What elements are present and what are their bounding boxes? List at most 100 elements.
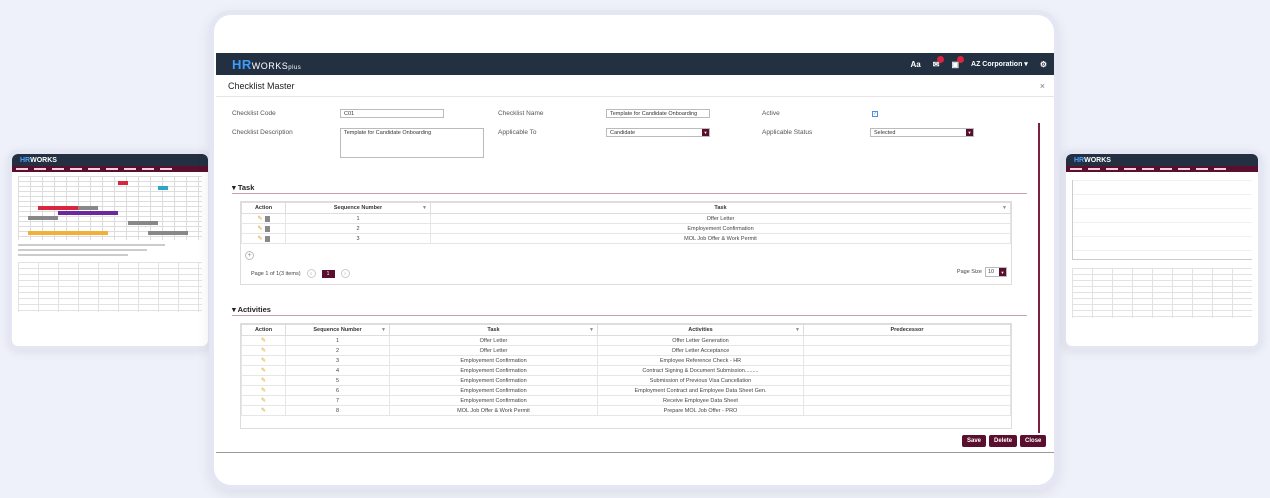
edit-icon[interactable]: ✎ <box>261 358 266 364</box>
task-col-sequence[interactable]: Sequence Number ▼ <box>285 202 431 214</box>
left-preview-menu <box>12 166 208 172</box>
calendar-badge <box>957 55 965 63</box>
act-col-predecessor[interactable]: Predecessor <box>803 324 1011 336</box>
predecessor-cell <box>803 405 1011 416</box>
page-size-control: Page Size 10 ▼ <box>957 267 1007 277</box>
calendar-alert-icon[interactable]: ▣ <box>951 55 965 69</box>
predecessor-cell <box>803 345 1011 356</box>
chevron-down-icon: ▼ <box>966 129 973 136</box>
edit-icon[interactable]: ✎ <box>261 378 266 384</box>
right-preview-chart <box>1072 180 1252 260</box>
prev-page-icon[interactable]: ‹ <box>306 269 316 278</box>
next-page-icon[interactable]: › <box>340 269 350 278</box>
row-actions: ✎ <box>241 223 286 234</box>
sequence-cell: 2 <box>285 345 390 356</box>
applicable-status-select[interactable]: Selected ▼ <box>870 128 974 137</box>
row-actions: ✎ <box>241 385 286 396</box>
table-row[interactable]: ✎ 1 Offer Letter Offer Letter Generation <box>241 335 1011 346</box>
filter-icon[interactable]: ▼ <box>589 327 594 333</box>
company-selector[interactable]: AZ Corporation ▾ <box>971 60 1028 68</box>
edit-icon[interactable]: ✎ <box>257 236 262 242</box>
current-page[interactable]: 1 <box>321 269 335 278</box>
task-table: Action Sequence Number ▼ Task ▼ ✎ 1 Offer … <box>241 202 1011 244</box>
activities-section-heading[interactable]: ▾ Activities <box>232 305 271 314</box>
act-col-action[interactable]: Action <box>241 324 286 336</box>
edit-icon[interactable]: ✎ <box>261 388 266 394</box>
edit-icon[interactable]: ✎ <box>261 398 266 404</box>
edit-icon[interactable]: ✎ <box>257 226 262 232</box>
filter-icon[interactable]: ▼ <box>1002 205 1007 211</box>
checklist-name-label: Checklist Name <box>498 110 544 117</box>
table-row[interactable]: ✎ 8 MOL Job Offer & Work Permit Prepare MOL… <box>241 405 1011 416</box>
filter-icon[interactable]: ▼ <box>422 205 427 211</box>
applicable-to-select[interactable]: Candidate ▼ <box>606 128 710 137</box>
left-preview-calendar <box>18 176 202 240</box>
page-size-select[interactable]: 10 ▼ <box>985 267 1007 277</box>
task-section-heading[interactable]: ▾ Task <box>232 183 254 192</box>
save-button[interactable]: Save <box>962 435 987 447</box>
activity-cell: Submission of Previous Visa Cancellation <box>597 375 804 386</box>
close-button[interactable]: Close <box>1020 435 1047 447</box>
add-row-icon[interactable]: + <box>245 251 254 260</box>
act-col-task[interactable]: Task ▼ <box>389 324 598 336</box>
table-row[interactable]: ✎ 5 Employement Confirmation Submission of … <box>241 375 1011 386</box>
gear-icon[interactable]: ⚙ <box>1040 60 1047 69</box>
active-checkbox[interactable]: ✓ <box>872 111 878 117</box>
notification-badge <box>937 55 945 63</box>
right-preview-header: HRWORKS <box>1066 154 1258 166</box>
dialog-actions: Save Delete Close <box>962 435 1047 447</box>
checklist-name-input[interactable]: Template for Candidate Onboarding <box>606 109 710 118</box>
filter-icon[interactable]: ▼ <box>795 327 800 333</box>
predecessor-cell <box>803 385 1011 396</box>
page-size-label: Page Size <box>956 269 982 275</box>
task-pager: Page 1 of 1(3 items) ‹ 1 › <box>251 269 350 278</box>
delete-icon[interactable] <box>264 215 270 222</box>
act-col-sequence[interactable]: Sequence Number ▼ <box>285 324 390 336</box>
applicable-status-label: Applicable Status <box>762 129 813 136</box>
table-row[interactable]: ✎ 2 Employement Confirmation <box>241 223 1011 234</box>
task-col-task[interactable]: Task ▼ <box>430 202 1011 214</box>
notification-icon[interactable]: ✉ <box>933 55 945 69</box>
predecessor-cell <box>803 395 1011 406</box>
activities-grid: Action Sequence Number ▼ Task ▼ Activities… <box>240 323 1012 429</box>
chevron-down-icon: ▼ <box>702 129 709 136</box>
table-row[interactable]: ✎ 3 MOL Job Offer & Work Permit <box>241 233 1011 244</box>
close-icon[interactable]: × <box>1040 81 1045 91</box>
table-row[interactable]: ✎ 4 Employement Confirmation Contract Signi… <box>241 365 1011 376</box>
filter-icon[interactable]: ▼ <box>381 327 386 333</box>
dialog-title: Checklist Master <box>228 80 295 91</box>
app-logo[interactable]: HRWORKSplus <box>232 57 301 72</box>
task-cell: Employement Confirmation <box>389 395 598 406</box>
right-preview-logo: HRWORKS <box>1074 156 1111 164</box>
table-row[interactable]: ✎ 3 Employement Confirmation Employee Refer… <box>241 355 1011 366</box>
main-device-frame: HRWORKSplus Aa ✉ ▣ AZ Corporation ▾ ⚙ Ch… <box>209 10 1059 490</box>
row-actions: ✎ <box>241 365 286 376</box>
table-row[interactable]: ✎ 6 Employement Confirmation Employment Con… <box>241 385 1011 396</box>
delete-icon[interactable] <box>264 225 270 232</box>
sequence-cell: 5 <box>285 375 390 386</box>
predecessor-cell <box>803 375 1011 386</box>
delete-button[interactable]: Delete <box>989 435 1018 447</box>
table-row[interactable]: ✎ 1 Offer Letter <box>241 213 1011 224</box>
task-cell: Offer Letter <box>430 213 1011 224</box>
edit-icon[interactable]: ✎ <box>261 338 266 344</box>
act-col-activities[interactable]: Activities ▼ <box>597 324 804 336</box>
checklist-description-textarea[interactable]: Template for Candidate Onboarding <box>340 128 484 158</box>
dialog-title-bar: Checklist Master × <box>216 75 1054 97</box>
table-row[interactable]: ✎ 2 Offer Letter Offer Letter Acceptance <box>241 345 1011 356</box>
font-size-icon[interactable]: Aa <box>911 60 921 69</box>
task-col-action[interactable]: Action <box>241 202 286 214</box>
sequence-cell: 7 <box>285 395 390 406</box>
dialog-scrollbar[interactable] <box>1038 123 1040 433</box>
delete-icon[interactable] <box>264 235 270 242</box>
edit-icon[interactable]: ✎ <box>261 408 266 414</box>
edit-icon[interactable]: ✎ <box>261 348 266 354</box>
left-preview-legend <box>18 244 202 256</box>
predecessor-cell <box>803 365 1011 376</box>
table-row[interactable]: ✎ 7 Employement Confirmation Receive Employ… <box>241 395 1011 406</box>
checklist-code-input[interactable]: C01 <box>340 109 444 118</box>
edit-icon[interactable]: ✎ <box>257 216 262 222</box>
sequence-cell: 2 <box>285 223 431 234</box>
edit-icon[interactable]: ✎ <box>261 368 266 374</box>
right-preview-menu <box>1066 166 1258 172</box>
